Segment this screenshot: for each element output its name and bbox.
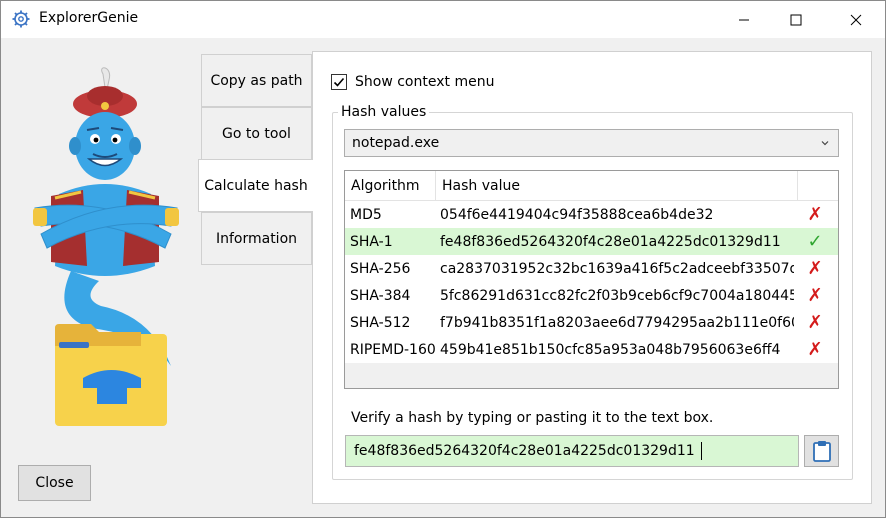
column-header-algorithm[interactable]: Algorithm	[345, 171, 436, 201]
column-header-hash-value[interactable]: Hash value	[436, 171, 798, 201]
hash-cell: fe48f836ed5264320f4c28e01a4225dc01329d11	[440, 233, 781, 250]
hash-cell: 054f6e4419404c94f35888cea6b4de32	[440, 206, 714, 223]
file-select-value: notepad.exe	[352, 135, 440, 151]
algorithm-cell: SHA-256	[350, 260, 411, 277]
mismatch-icon: ✗	[807, 285, 823, 306]
hash-cell: f7b941b8351f1a8203aee6d7794295aa2b111e0f…	[440, 314, 794, 331]
close-button[interactable]: Close	[18, 465, 91, 501]
hash-cell: 459b41e851b150cfc85a953a048b7956063e6ff4	[440, 341, 781, 358]
column-header-status[interactable]	[798, 171, 838, 201]
verify-hash-input[interactable]: fe48f836ed5264320f4c28e01a4225dc01329d11	[345, 435, 799, 467]
algorithm-cell: MD5	[350, 206, 382, 223]
algorithm-cell: SHA-384	[350, 287, 411, 304]
close-icon	[850, 14, 862, 25]
chevron-down-icon	[821, 141, 829, 146]
table-row[interactable]: RIPEMD-160 459b41e851b150cfc85a953a048b7…	[345, 336, 838, 363]
checkmark-icon	[333, 77, 345, 87]
tab-calculate-hash[interactable]: Calculate hash	[198, 159, 313, 212]
maximize-button[interactable]	[772, 1, 820, 38]
maximize-icon	[790, 14, 802, 25]
tab-copy-as-path[interactable]: Copy as path	[201, 54, 312, 107]
verify-hash-label: Verify a hash by typing or pasting it to…	[351, 410, 714, 426]
match-icon: ✓	[807, 231, 823, 252]
file-select[interactable]: notepad.exe	[344, 129, 839, 157]
genie-mascot-illustration	[33, 67, 179, 426]
mismatch-icon: ✗	[807, 258, 823, 279]
mismatch-icon: ✗	[807, 312, 823, 333]
close-window-button[interactable]	[832, 1, 880, 38]
show-context-menu-label: Show context menu	[355, 74, 495, 90]
show-context-menu-option[interactable]: Show context menu	[331, 74, 494, 90]
table-row[interactable]: SHA-1 fe48f836ed5264320f4c28e01a4225dc01…	[345, 228, 838, 255]
clipboard-icon	[812, 441, 831, 462]
app-window: ExplorerGenie Copy as path Go to tool Ca…	[0, 0, 886, 518]
tab-information[interactable]: Information	[201, 212, 312, 265]
mismatch-icon: ✗	[807, 204, 823, 225]
tab-go-to-tool[interactable]: Go to tool	[201, 107, 312, 160]
table-row[interactable]: SHA-512 f7b941b8351f1a8203aee6d7794295aa…	[345, 309, 838, 336]
minimize-button[interactable]	[720, 1, 768, 38]
algorithm-cell: SHA-512	[350, 314, 411, 331]
verify-hash-value: fe48f836ed5264320f4c28e01a4225dc01329d11	[354, 443, 695, 459]
hash-cell: ca2837031952c32bc1639a416f5c2adceebf3350…	[440, 260, 794, 277]
paste-button[interactable]	[804, 435, 839, 467]
window-title: ExplorerGenie	[39, 10, 139, 26]
hash-table: Algorithm Hash value MD5 054f6e4419404c9…	[344, 170, 839, 389]
table-row[interactable]: MD5 054f6e4419404c94f35888cea6b4de32 ✗	[345, 201, 838, 228]
show-context-menu-checkbox[interactable]	[331, 74, 347, 90]
table-row[interactable]: SHA-256 ca2837031952c32bc1639a416f5c2adc…	[345, 255, 838, 282]
text-caret	[700, 442, 702, 460]
title-bar[interactable]: ExplorerGenie	[1, 1, 885, 38]
table-row[interactable]: SHA-384 5fc86291d631cc82fc2f03b9ceb6cf9c…	[345, 282, 838, 309]
hash-values-group-label: Hash values	[338, 104, 430, 120]
hash-cell: 5fc86291d631cc82fc2f03b9ceb6cf9c7004a180…	[440, 287, 794, 304]
minimize-icon	[739, 19, 749, 20]
algorithm-cell: RIPEMD-160	[350, 341, 436, 358]
algorithm-cell: SHA-1	[350, 233, 393, 250]
hash-table-header: Algorithm Hash value	[345, 171, 838, 201]
mismatch-icon: ✗	[807, 339, 823, 360]
gear-icon	[12, 10, 30, 28]
